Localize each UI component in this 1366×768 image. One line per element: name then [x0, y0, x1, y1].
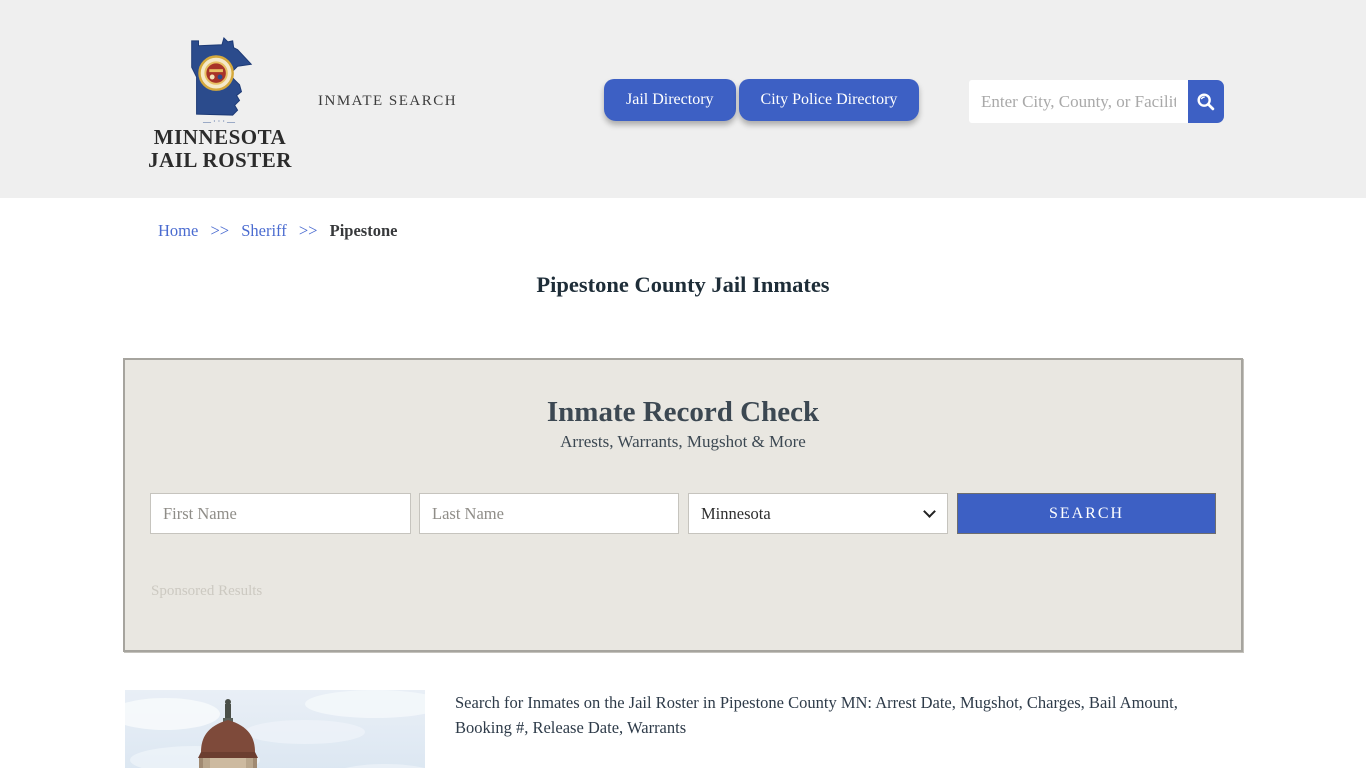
breadcrumb-separator: >> — [298, 221, 318, 240]
state-select[interactable]: Minnesota — [688, 493, 948, 534]
first-name-input[interactable] — [150, 493, 411, 534]
page: —···— MINNESOTA JAIL ROSTER INMATE SEARC… — [0, 0, 1366, 768]
breadcrumb-current-pipestone: Pipestone — [329, 221, 398, 240]
inmate-record-check-panel: Inmate Record Check Arrests, Warrants, M… — [123, 358, 1243, 652]
page-title: Pipestone County Jail Inmates — [536, 272, 830, 297]
state-select-wrap: Minnesota — [688, 493, 948, 534]
breadcrumb-home-link[interactable]: Home — [158, 221, 198, 240]
logo-line-2: JAIL ROSTER — [148, 148, 292, 172]
courthouse-photo — [125, 690, 425, 768]
record-check-subtitle: Arrests, Warrants, Mugshot & More — [560, 432, 806, 451]
inmate-search-tagline: INMATE SEARCH — [318, 93, 458, 109]
jail-directory-button[interactable]: Jail Directory — [604, 79, 736, 121]
sponsored-results-label: Sponsored Results — [151, 583, 263, 599]
breadcrumb-separator: >> — [210, 221, 230, 240]
header: —···— MINNESOTA JAIL ROSTER INMATE SEARC… — [0, 0, 1366, 198]
last-name-input[interactable] — [419, 493, 679, 534]
intro-paragraph: Search for Inmates on the Jail Roster in… — [455, 693, 1178, 737]
breadcrumb: Home >> Sheriff >> Pipestone — [158, 221, 397, 241]
record-search-button[interactable]: SEARCH — [957, 493, 1216, 534]
record-check-title: Inmate Record Check — [546, 396, 820, 428]
header-search — [969, 80, 1224, 123]
content-text: Search for Inmates on the Jail Roster in… — [455, 691, 1195, 768]
header-nav: Jail Directory City Police Directory — [604, 79, 920, 121]
facility-search-input[interactable] — [969, 80, 1188, 123]
city-police-directory-button[interactable]: City Police Directory — [738, 79, 920, 121]
breadcrumb-sheriff-link[interactable]: Sheriff — [241, 221, 287, 240]
minnesota-seal-icon — [198, 55, 234, 91]
logo-line-1: MINNESOTA — [153, 125, 287, 149]
record-check-form: Minnesota SEARCH — [125, 493, 1241, 535]
site-logo[interactable]: —···— MINNESOTA JAIL ROSTER — [148, 36, 292, 172]
search-icon — [1197, 92, 1215, 110]
header-search-button[interactable] — [1188, 80, 1224, 123]
minnesota-state-icon — [191, 37, 253, 116]
